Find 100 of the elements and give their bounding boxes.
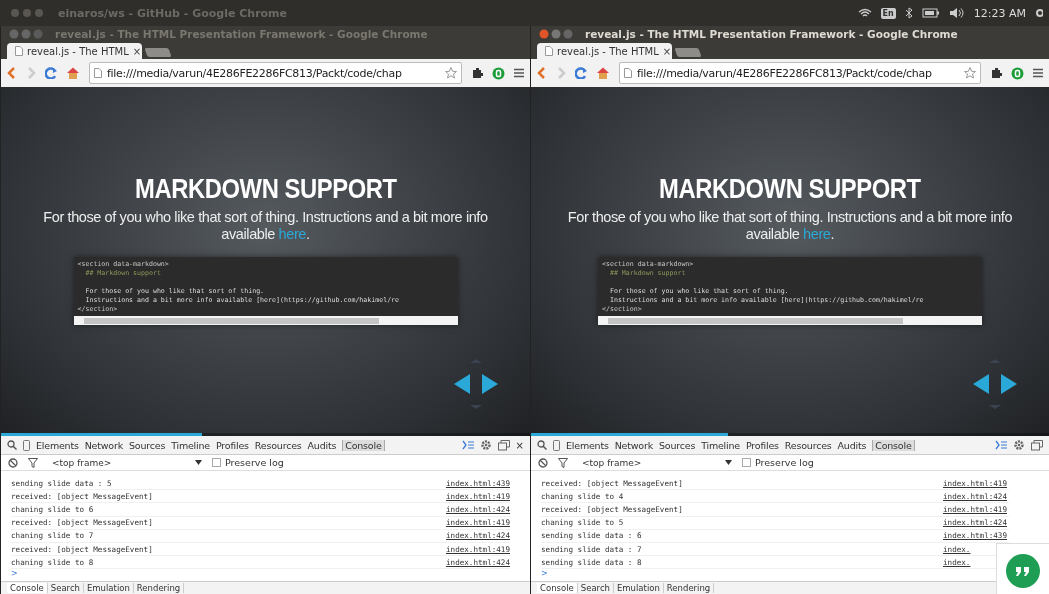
- devtools-tab[interactable]: Elements: [36, 439, 79, 451]
- drawer-tab[interactable]: Console: [537, 583, 578, 593]
- scrollbar-thumb[interactable]: [83, 317, 379, 324]
- filter-icon[interactable]: [28, 457, 38, 468]
- drawer-tab[interactable]: Rendering: [663, 583, 715, 593]
- console-prompt[interactable]: >: [541, 569, 549, 580]
- speaker-icon[interactable]: [948, 8, 965, 18]
- console-drawer-icon[interactable]: [461, 440, 474, 450]
- devtools-tab[interactable]: Network: [84, 439, 123, 451]
- close-button[interactable]: ×: [515, 439, 524, 451]
- settings-icon[interactable]: [479, 439, 492, 451]
- devtools-tab[interactable]: Console: [872, 439, 915, 451]
- tab-close-button[interactable]: ×: [132, 45, 142, 57]
- page-icon: [624, 68, 632, 78]
- drawer-tab[interactable]: Console: [7, 583, 48, 593]
- puzzle-icon[interactable]: [471, 67, 483, 79]
- search-icon[interactable]: [537, 440, 547, 450]
- clear-icon[interactable]: [8, 457, 18, 468]
- new-tab-button[interactable]: [144, 48, 172, 57]
- window-controls[interactable]: [539, 29, 575, 39]
- devtools-tab[interactable]: Sources: [128, 439, 166, 451]
- filter-icon[interactable]: [558, 457, 568, 468]
- extension-icon[interactable]: [492, 66, 505, 80]
- home-icon[interactable]: [596, 67, 610, 79]
- checkbox-label: Preserve log: [225, 457, 284, 468]
- devtools-tab[interactable]: Profiles: [745, 439, 779, 451]
- search-icon[interactable]: [7, 440, 17, 450]
- menu-icon[interactable]: [1033, 68, 1043, 78]
- preserve-log-checkbox[interactable]: [212, 458, 221, 467]
- tab-title: reveal.js - The HTML: [557, 45, 659, 57]
- horizontal-scrollbar[interactable]: [598, 316, 982, 325]
- slide-heading: MARKDOWN SUPPORT: [134, 173, 397, 205]
- battery-icon[interactable]: [921, 8, 940, 18]
- devtools-tab[interactable]: Resources: [254, 439, 302, 451]
- puzzle-icon[interactable]: [990, 67, 1002, 79]
- devtools-tab[interactable]: Audits: [307, 439, 337, 451]
- clear-icon[interactable]: [538, 457, 548, 468]
- device-icon[interactable]: [553, 439, 560, 451]
- horizontal-scrollbar[interactable]: [73, 316, 458, 325]
- preserve-log-checkbox[interactable]: [742, 458, 751, 467]
- caret-icon: [725, 460, 732, 465]
- menu-icon[interactable]: [514, 68, 524, 78]
- wifi-icon[interactable]: [857, 8, 872, 18]
- console-prompt[interactable]: >: [11, 569, 19, 580]
- home-icon[interactable]: [66, 67, 80, 79]
- back-icon[interactable]: [7, 67, 17, 79]
- keyboard-layout-indicator[interactable]: En: [880, 7, 896, 19]
- reload-icon[interactable]: [575, 67, 587, 79]
- back-icon[interactable]: [537, 67, 547, 79]
- devtools-tab[interactable]: Resources: [784, 439, 832, 451]
- star-icon[interactable]: [445, 67, 457, 79]
- navigation-controls[interactable]: [452, 359, 500, 409]
- address-bar[interactable]: file:///media/varun/4E286FE2286FC813/Packt/code/chap: [89, 62, 462, 84]
- page-icon: [15, 46, 23, 56]
- devtools-tab[interactable]: Timeline: [171, 439, 210, 451]
- url-text: file:///media/varun/4E286FE2286FC813/Packt/code/chap: [107, 66, 403, 80]
- dock-icon[interactable]: [1031, 439, 1043, 451]
- window-title: einaros/ws - GitHub - Google Chrome: [58, 6, 288, 20]
- window-title: reveal.js - The HTML Presentation Framework - Google Chrome: [585, 28, 958, 40]
- browser-tab[interactable]: reveal.js - The HTML ×: [7, 43, 142, 59]
- devtools-tab[interactable]: Audits: [837, 439, 867, 451]
- devtools-tab[interactable]: Sources: [658, 439, 696, 451]
- scrollbar-thumb[interactable]: [608, 317, 903, 324]
- bluetooth-icon[interactable]: [904, 7, 913, 19]
- frame-dropdown[interactable]: <top frame>: [52, 457, 202, 468]
- drawer-tab[interactable]: Rendering: [133, 583, 185, 593]
- browser-tab[interactable]: reveal.js - The HTML ×: [537, 43, 672, 59]
- settings-icon[interactable]: [1013, 439, 1025, 451]
- dock-icon[interactable]: [497, 439, 510, 451]
- devtools-tab[interactable]: Network: [614, 439, 653, 451]
- console-drawer-icon[interactable]: [995, 440, 1007, 450]
- url-text: file:///media/varun/4E286FE2286FC813/Packt/code/chap: [637, 66, 933, 80]
- clock[interactable]: 12:23 AM: [973, 6, 1026, 20]
- drawer-tab[interactable]: Search: [577, 583, 614, 593]
- page-icon: [545, 46, 553, 56]
- window-buttons-icon[interactable]: [10, 8, 46, 18]
- caret-icon: [195, 460, 202, 465]
- drawer-tab[interactable]: Search: [47, 583, 84, 593]
- device-icon[interactable]: [23, 439, 30, 451]
- drawer-tab[interactable]: Emulation: [83, 583, 134, 593]
- navigation-controls[interactable]: [971, 359, 1019, 409]
- gear-icon[interactable]: [1035, 8, 1043, 18]
- star-icon[interactable]: [964, 67, 976, 79]
- slide-heading: MARKDOWN SUPPORT: [659, 173, 921, 205]
- slide-paragraph: For those of you who like that sort of thing. Instructions and a bit more info available here.: [42, 209, 489, 243]
- address-bar[interactable]: file:///media/varun/4E286FE2286FC813/Packt/code/chap: [619, 62, 981, 84]
- extension-icon[interactable]: [1011, 66, 1024, 80]
- reload-icon[interactable]: [45, 67, 57, 79]
- window-controls[interactable]: [9, 29, 45, 39]
- tab-close-button[interactable]: ×: [662, 45, 672, 57]
- quote-bubble-icon[interactable]: [1005, 553, 1041, 589]
- devtools-tab[interactable]: Elements: [566, 439, 609, 451]
- new-tab-button[interactable]: [674, 48, 702, 57]
- tab-title: reveal.js - The HTML: [27, 45, 129, 57]
- devtools-tab[interactable]: Profiles: [215, 439, 249, 451]
- devtools-tab[interactable]: Console: [342, 439, 385, 451]
- drawer-tab[interactable]: Emulation: [613, 583, 664, 593]
- checkbox-label: Preserve log: [755, 457, 814, 468]
- frame-dropdown[interactable]: <top frame>: [582, 457, 732, 468]
- devtools-tab[interactable]: Timeline: [701, 439, 740, 451]
